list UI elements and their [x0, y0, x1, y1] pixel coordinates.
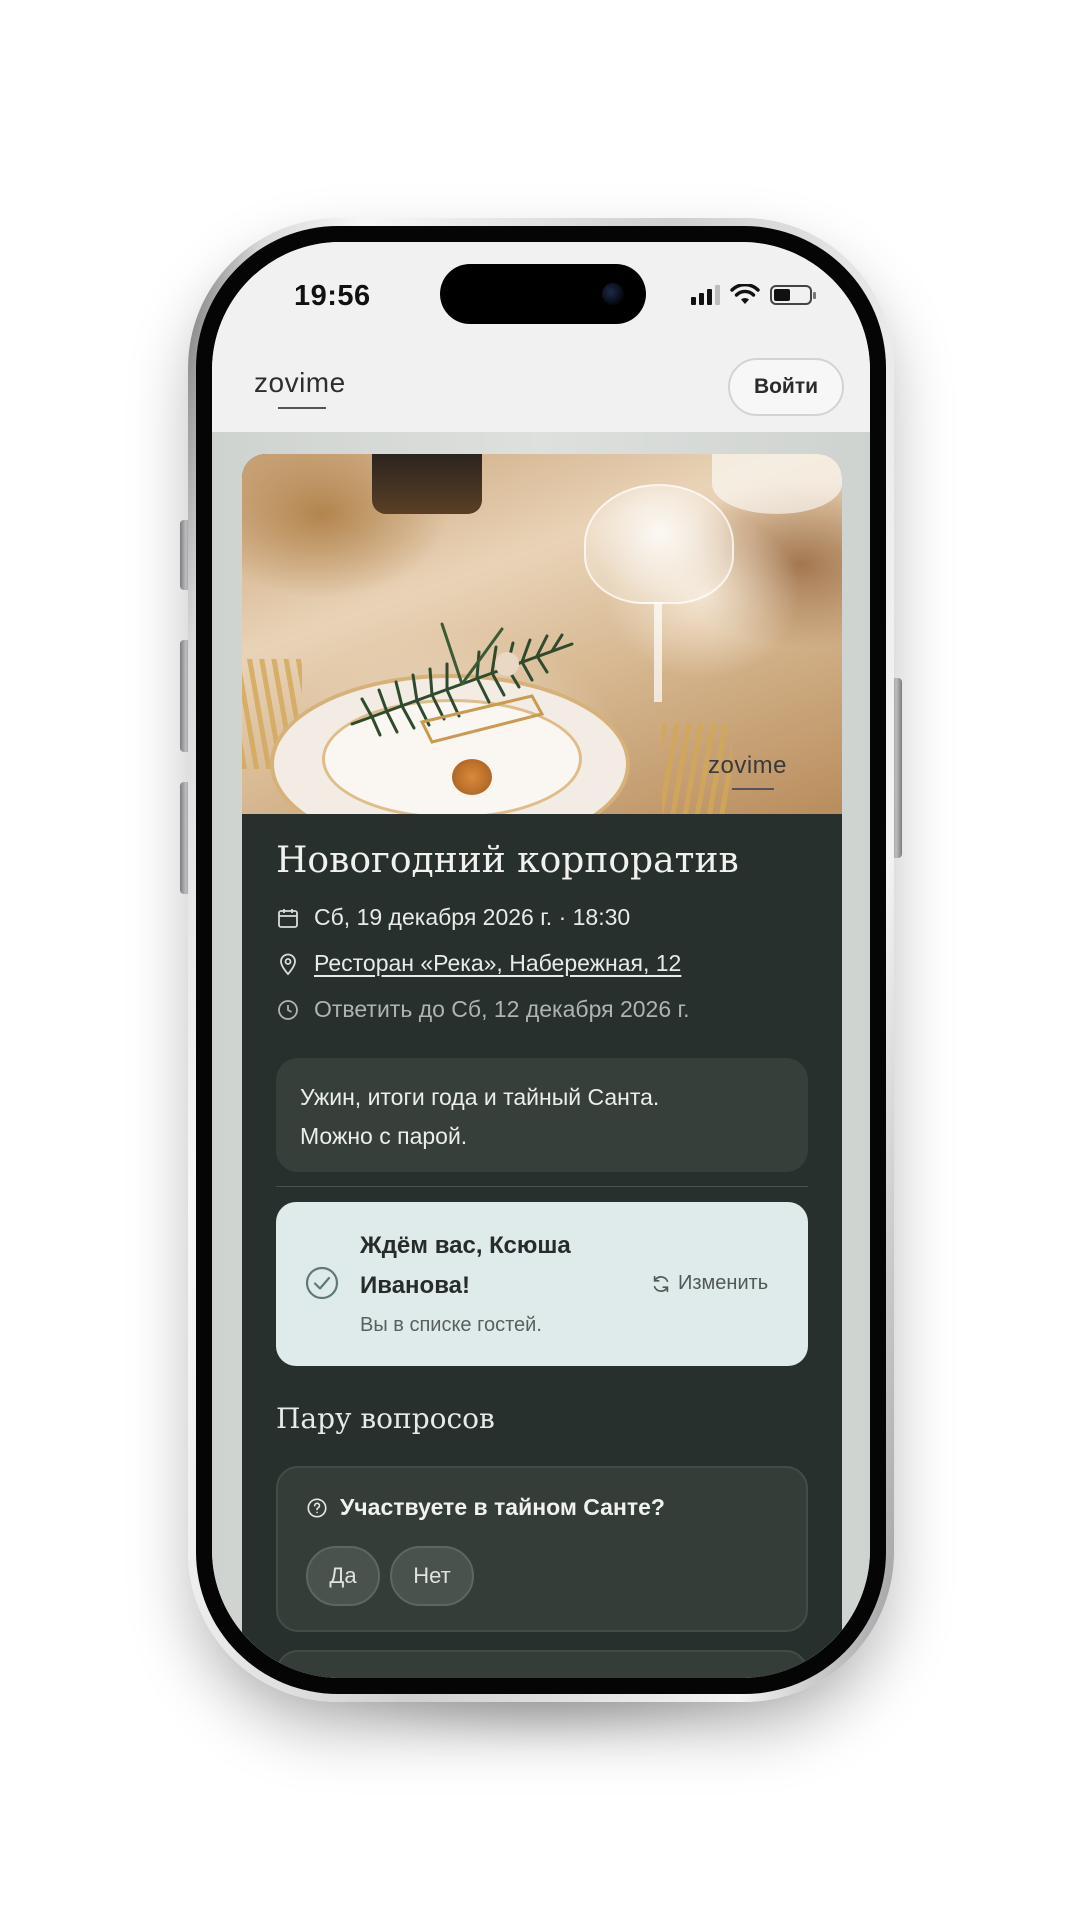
question-text: Участвуете в тайном Санте?	[340, 1494, 665, 1520]
phone-screen: 19:56 zovime Войти zovime Новогодний кор…	[212, 242, 870, 1678]
change-rsvp-button[interactable]: Изменить	[650, 1272, 768, 1295]
question-card: Участвуете в тайном Санте? Да Нет	[276, 1466, 808, 1632]
map-pin-icon	[280, 953, 296, 975]
hero-candle	[372, 454, 482, 514]
question-circle-icon	[307, 1497, 327, 1518]
hero-glass-stem	[654, 602, 662, 702]
logo-underline	[278, 407, 326, 409]
dynamic-island	[440, 264, 646, 324]
front-camera-icon	[602, 283, 624, 305]
hero-image: zovime	[242, 454, 842, 814]
hero-glass	[584, 484, 734, 604]
phone-mockup: 19:56 zovime Войти zovime Новогодний кор…	[0, 0, 1080, 1920]
calendar-icon	[278, 908, 298, 928]
logo[interactable]: zovime	[254, 367, 346, 399]
divider	[276, 1186, 808, 1187]
event-place-row[interactable]: Ресторан «Река», Набережная, 12	[276, 950, 681, 977]
cellular-signal-icon	[691, 285, 720, 305]
app-header: zovime Войти	[212, 342, 870, 432]
event-title: Новогодний корпоратив	[276, 840, 739, 881]
change-rsvp-label: Изменить	[678, 1272, 769, 1294]
rsvp-deadline-row: Ответить до Сб, 12 декабря 2026 г.	[276, 996, 690, 1023]
event-date-row: Сб, 19 декабря 2026 г. · 18:30	[276, 904, 630, 931]
question-header: Участвуете в тайном Санте?	[306, 1494, 665, 1521]
event-date: Сб, 19 декабря 2026 г. · 18:30	[314, 904, 631, 930]
battery-icon	[770, 285, 816, 305]
event-place-link[interactable]: Ресторан «Река», Набережная, 12	[314, 950, 681, 977]
status-bar: 19:56	[212, 242, 870, 342]
clock-icon	[278, 999, 298, 1020]
question-card-next	[276, 1650, 808, 1678]
rsvp-status-card: Ждём вас, Ксюша Иванова! Вы в списке гос…	[276, 1202, 808, 1366]
event-note-line: Можно с парой.	[300, 1123, 468, 1149]
hero-watermark: zovime	[708, 752, 788, 779]
questions-section-title: Пару вопросов	[276, 1402, 495, 1435]
status-time: 19:56	[294, 280, 371, 312]
hero-watermark-line	[732, 788, 774, 790]
wifi-icon	[730, 284, 760, 304]
hero-orange-slice	[452, 759, 492, 795]
hero-glass-back	[712, 454, 842, 514]
event-note-line: Ужин, итоги года и тайный Санта.	[300, 1084, 660, 1110]
answer-yes-button[interactable]: Да	[306, 1546, 380, 1606]
rsvp-deadline: Ответить до Сб, 12 декабря 2026 г.	[314, 996, 690, 1022]
refresh-icon	[653, 1275, 669, 1292]
invitation-card: zovime Новогодний корпоратив Сб, 19 дека…	[242, 454, 842, 1678]
login-button[interactable]: Войти	[728, 358, 844, 416]
answer-no-button[interactable]: Нет	[390, 1546, 474, 1606]
status-icons	[691, 284, 816, 306]
event-note: Ужин, итоги года и тайный Санта. Можно с…	[276, 1058, 808, 1172]
rsvp-title: Ждём вас, Ксюша Иванова!	[360, 1232, 571, 1299]
check-circle-icon	[305, 1266, 339, 1300]
hero-fir-branch	[350, 622, 574, 744]
rsvp-subtitle: Вы в списке гостей.	[360, 1314, 542, 1336]
